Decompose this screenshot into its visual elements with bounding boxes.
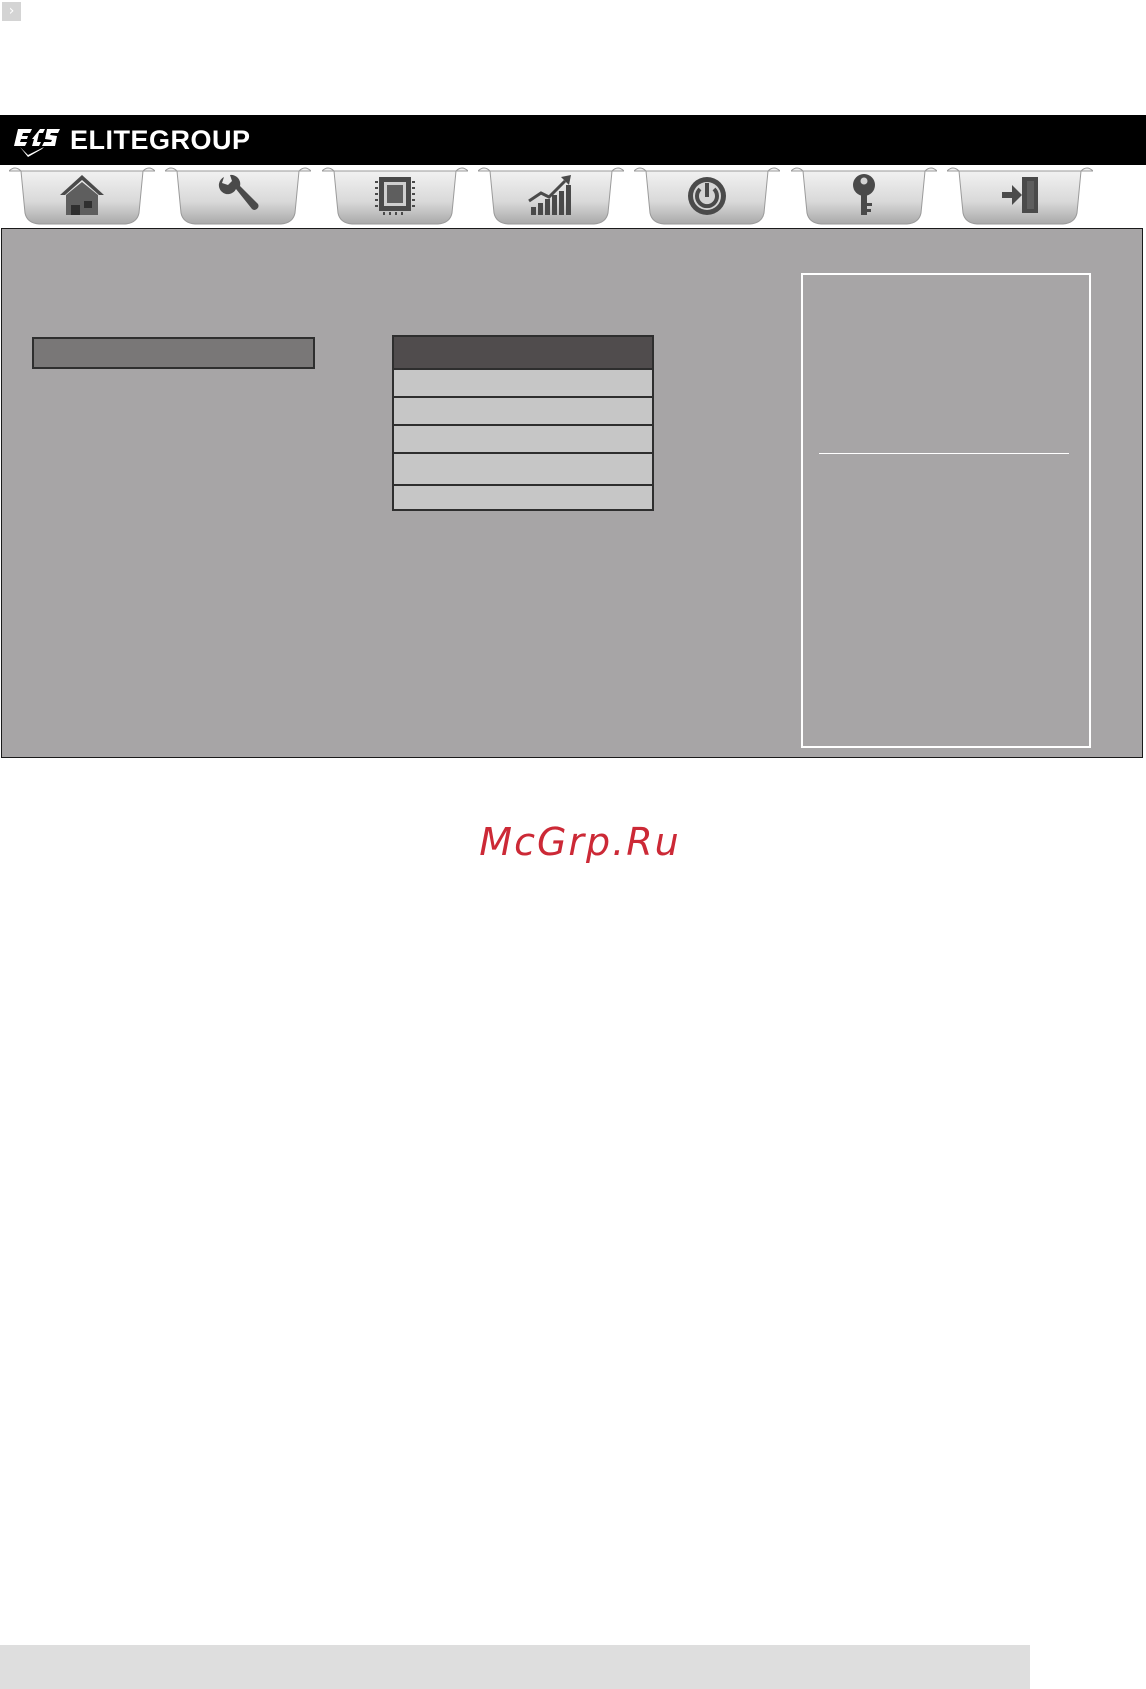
option-popup-list <box>392 335 654 511</box>
power-icon <box>688 177 726 215</box>
option-item[interactable] <box>394 486 652 508</box>
brand-header: ELITEGROUP <box>0 115 1146 165</box>
expand-arrow-icon: › <box>2 2 21 21</box>
footer-bar <box>0 1645 1030 1689</box>
ecs-logo <box>14 123 62 157</box>
option-item[interactable] <box>394 454 652 486</box>
brand-name: ELITEGROUP <box>70 124 251 155</box>
option-popup-header <box>394 337 652 370</box>
selected-setting-bar[interactable] <box>32 337 315 369</box>
tab-power[interactable] <box>634 165 780 228</box>
help-panel <box>801 273 1091 748</box>
option-item[interactable] <box>394 426 652 454</box>
exit-icon <box>1002 177 1038 213</box>
tab-security[interactable] <box>791 165 937 228</box>
watermark-text: McGrp.Ru <box>479 820 681 864</box>
tab-exit[interactable] <box>947 165 1093 228</box>
chart-icon <box>528 175 571 215</box>
tab-advanced[interactable] <box>165 165 311 228</box>
tab-chipset[interactable] <box>322 165 468 228</box>
option-item[interactable] <box>394 370 652 398</box>
tab-main[interactable] <box>9 165 155 228</box>
chip-icon <box>375 177 415 215</box>
wrench-icon <box>218 174 259 210</box>
help-divider <box>819 453 1069 454</box>
option-item[interactable] <box>394 398 652 426</box>
bios-main-panel <box>1 228 1143 758</box>
home-icon <box>60 175 104 215</box>
tab-pc-health[interactable] <box>478 165 624 228</box>
nav-tab-strip <box>0 165 1146 228</box>
key-icon <box>853 174 875 215</box>
